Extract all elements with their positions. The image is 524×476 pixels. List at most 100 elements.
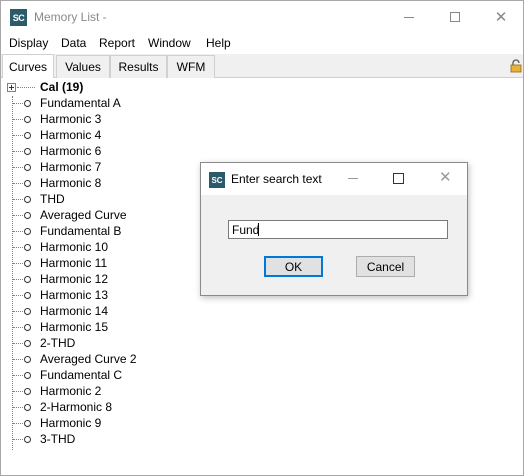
tree-item[interactable]: Harmonic 8 (1, 176, 201, 192)
menu-data[interactable]: Data (61, 36, 86, 50)
tree-item[interactable]: Harmonic 12 (1, 272, 201, 288)
curve-node-icon (24, 388, 31, 395)
curve-node-icon (24, 260, 31, 267)
curve-node-icon (24, 436, 31, 443)
expand-icon[interactable] (7, 83, 16, 92)
text-caret (258, 223, 259, 236)
tree-connector (13, 199, 23, 200)
tab-results[interactable]: Results (110, 55, 167, 78)
tree-item[interactable]: Harmonic 11 (1, 256, 201, 272)
tree-item-label: Harmonic 12 (40, 272, 109, 286)
tree-item-label: Harmonic 13 (40, 288, 109, 302)
lock-icon[interactable] (510, 59, 522, 73)
curve-node-icon (24, 420, 31, 427)
tree-item-label: Harmonic 3 (40, 112, 102, 126)
tab-curves[interactable]: Curves (2, 54, 54, 78)
tree-connector (13, 295, 23, 296)
title-bar: SC Memory List - ✕ (1, 1, 523, 33)
tree-connector (13, 215, 23, 216)
dialog-close-icon[interactable]: ✕ (439, 170, 452, 185)
curve-node-icon (24, 404, 31, 411)
tree-connector (13, 167, 23, 168)
minimize-button[interactable] (386, 1, 432, 33)
tree-connector (13, 135, 23, 136)
ok-button[interactable]: OK (264, 256, 323, 277)
app-logo-icon: SC (10, 9, 27, 26)
tree-item[interactable]: 2-THD (1, 336, 201, 352)
cancel-button[interactable]: Cancel (356, 256, 415, 277)
tree-item[interactable]: Harmonic 14 (1, 304, 201, 320)
close-icon: ✕ (494, 8, 508, 26)
tree-connector (13, 391, 23, 392)
tree-item-label: 3-THD (40, 432, 76, 446)
tree-connector (13, 263, 23, 264)
menu-bar: Display Data Report Window Help (1, 33, 523, 53)
tree-item[interactable]: Harmonic 3 (1, 112, 201, 128)
maximize-button[interactable] (432, 1, 478, 33)
tree-item[interactable]: Fundamental B (1, 224, 201, 240)
tree-item-label: 2-THD (40, 336, 76, 350)
tree-connector (13, 375, 23, 376)
dialog-title-bar: SC Enter search text ✕ (201, 163, 467, 195)
tree-item[interactable]: Harmonic 2 (1, 384, 201, 400)
tree-item[interactable]: Harmonic 10 (1, 240, 201, 256)
tab-strip: Curves Values Results WFM (1, 54, 523, 78)
tree-item-label: Fundamental B (40, 224, 122, 238)
dialog-title: Enter search text (231, 172, 322, 186)
tree-connector (13, 183, 23, 184)
app-logo-icon: SC (209, 172, 225, 188)
tree-connector (13, 279, 23, 280)
curve-node-icon (24, 100, 31, 107)
menu-help[interactable]: Help (206, 36, 231, 50)
curve-node-icon (24, 308, 31, 315)
curve-node-icon (24, 276, 31, 283)
tree-connector (13, 407, 23, 408)
menu-report[interactable]: Report (99, 36, 135, 50)
tree-item[interactable]: Harmonic 13 (1, 288, 201, 304)
search-dialog: SC Enter search text ✕ OK Cancel (200, 162, 468, 296)
tree-item[interactable]: Averaged Curve 2 (1, 352, 201, 368)
tree-connector (13, 151, 23, 152)
tree-item[interactable]: Harmonic 4 (1, 128, 201, 144)
tree-connector (13, 247, 23, 248)
close-button[interactable]: ✕ (478, 1, 524, 33)
curve-node-icon (24, 244, 31, 251)
tree-item[interactable]: THD (1, 192, 201, 208)
tree-root-cal[interactable]: Cal (19) (40, 80, 83, 94)
tree-item-label: Harmonic 4 (40, 128, 102, 142)
tree-item[interactable]: 2-Harmonic 8 (1, 400, 201, 416)
curve-node-icon (24, 228, 31, 235)
tree-item[interactable]: Fundamental C (1, 368, 201, 384)
tree-item[interactable]: Harmonic 15 (1, 320, 201, 336)
search-input[interactable] (228, 220, 448, 239)
tree-item-label: Harmonic 2 (40, 384, 102, 398)
tree-connector (13, 343, 23, 344)
tree-item[interactable]: Averaged Curve (1, 208, 201, 224)
tree-connector (13, 103, 23, 104)
tree-item[interactable]: Harmonic 9 (1, 416, 201, 432)
tree-item[interactable]: Fundamental A (1, 96, 201, 112)
tab-wfm[interactable]: WFM (167, 55, 215, 78)
curve-node-icon (24, 340, 31, 347)
curve-node-icon (24, 356, 31, 363)
tree-connector (13, 423, 23, 424)
tree-item[interactable]: Harmonic 7 (1, 160, 201, 176)
tree-connector (13, 327, 23, 328)
tree-item[interactable]: 3-THD (1, 432, 201, 448)
tree-item-label: Harmonic 10 (40, 240, 109, 254)
tree-connector (17, 87, 35, 88)
menu-window[interactable]: Window (148, 36, 191, 50)
curve-node-icon (24, 212, 31, 219)
tree-item-label: Harmonic 9 (40, 416, 102, 430)
curve-node-icon (24, 132, 31, 139)
tab-values[interactable]: Values (56, 55, 110, 78)
dialog-minimize-icon[interactable] (348, 178, 358, 179)
tree-connector (13, 231, 23, 232)
curve-node-icon (24, 116, 31, 123)
menu-display[interactable]: Display (9, 36, 48, 50)
dialog-maximize-icon[interactable] (393, 173, 404, 184)
curve-node-icon (24, 196, 31, 203)
maximize-icon (450, 12, 460, 22)
tree-item-label: THD (40, 192, 65, 206)
tree-item[interactable]: Harmonic 6 (1, 144, 201, 160)
